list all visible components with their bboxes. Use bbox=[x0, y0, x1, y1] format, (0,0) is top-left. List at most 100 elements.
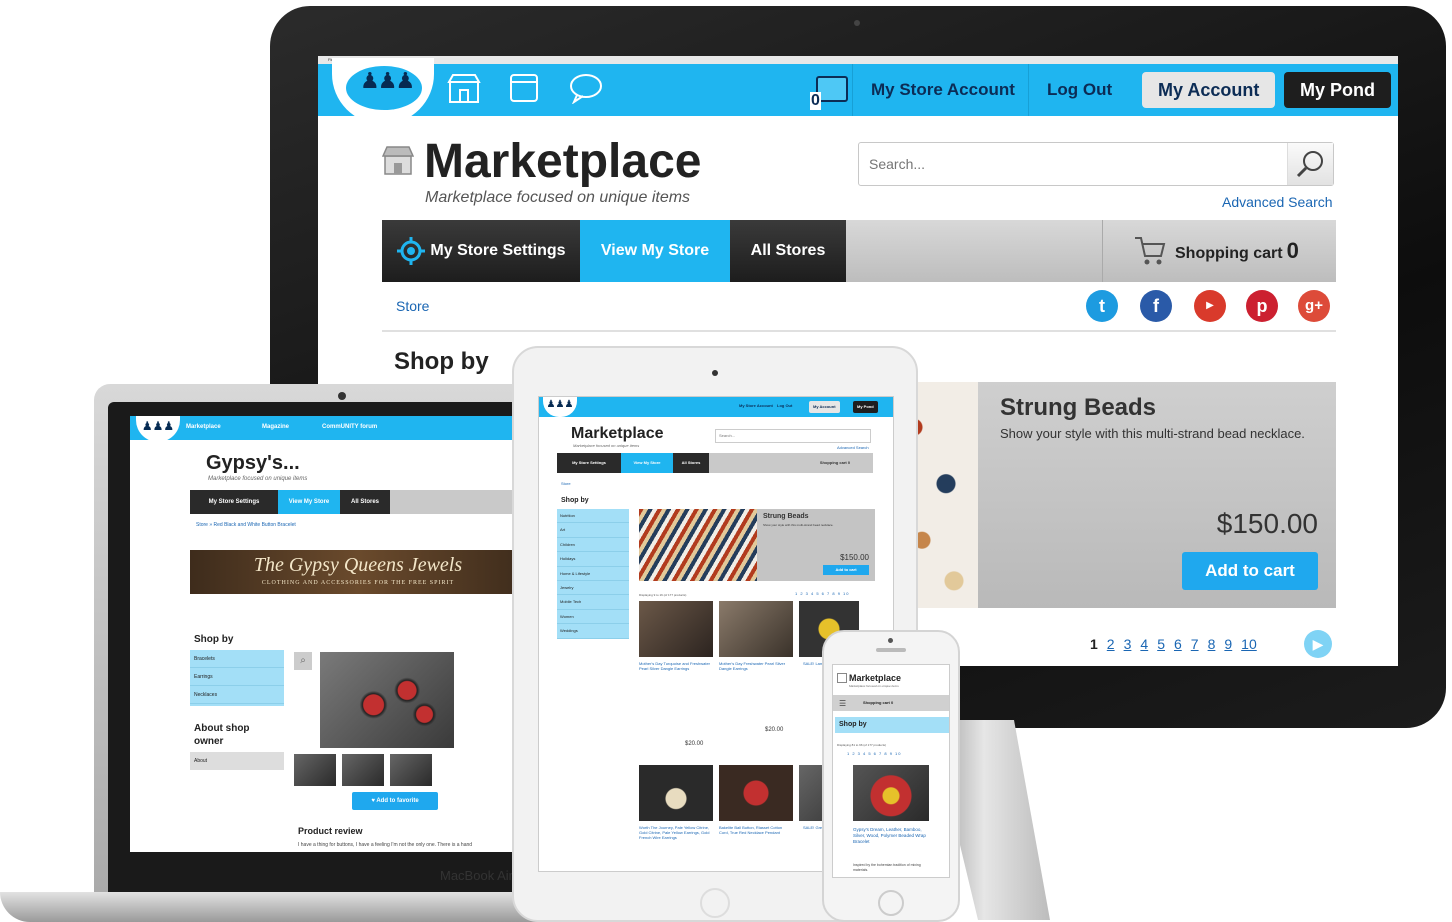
tablet-add-to-cart[interactable]: Add to cart bbox=[823, 565, 869, 575]
product-image[interactable] bbox=[719, 601, 793, 657]
list-item[interactable]: Earrings bbox=[190, 668, 284, 686]
view-my-store-tab[interactable]: View My Store bbox=[580, 220, 730, 282]
laptop-magazine-link[interactable]: Magazine bbox=[262, 424, 289, 430]
product-image[interactable] bbox=[719, 765, 793, 821]
top-cart-icon[interactable]: 0 bbox=[810, 72, 850, 110]
product-name[interactable]: Bakelite Ball Button, Riasset Cotton Cor… bbox=[719, 825, 793, 835]
list-item[interactable]: Holidays bbox=[557, 552, 629, 567]
all-stores-tab[interactable]: All Stores bbox=[730, 220, 846, 282]
product-name[interactable]: Mother's Day Turquoise and Freshwater Pe… bbox=[639, 661, 713, 671]
list-item[interactable]: Art bbox=[557, 523, 629, 538]
tablet-tab-all-stores[interactable]: All Stores bbox=[673, 453, 709, 473]
twitter-icon[interactable]: t bbox=[1086, 290, 1118, 322]
add-to-cart-button[interactable]: Add to cart bbox=[1182, 552, 1318, 590]
pinterest-icon[interactable]: p bbox=[1246, 290, 1278, 322]
search-input[interactable] bbox=[859, 143, 1279, 185]
tablet-tab-view-store[interactable]: View My Store bbox=[621, 453, 673, 473]
tablet-my-store-account[interactable]: My Store Account bbox=[739, 403, 773, 408]
breadcrumb[interactable]: Store bbox=[396, 298, 429, 314]
list-item[interactable]: Weddings bbox=[557, 624, 629, 639]
menu-icon[interactable]: ☰ bbox=[839, 699, 846, 708]
tablet-search-input[interactable]: Search... bbox=[715, 429, 871, 443]
store-icon[interactable] bbox=[446, 72, 482, 106]
product-thumbnail[interactable] bbox=[294, 754, 336, 786]
youtube-icon[interactable]: ▶ bbox=[1194, 290, 1226, 322]
facebook-icon[interactable]: f bbox=[1140, 290, 1172, 322]
about-link[interactable]: About bbox=[190, 752, 284, 770]
list-item[interactable]: Women bbox=[557, 610, 629, 625]
phone-product-image[interactable] bbox=[853, 765, 929, 821]
my-account-button[interactable]: My Account bbox=[1142, 72, 1276, 108]
product-thumbnail[interactable] bbox=[342, 754, 384, 786]
laptop-tab-settings[interactable]: My Store Settings bbox=[190, 490, 278, 514]
tablet-log-out[interactable]: Log Out bbox=[777, 403, 792, 408]
laptop-breadcrumb[interactable]: Store » Red Black and White Button Brace… bbox=[196, 522, 296, 528]
phone-cart[interactable]: Shopping cart 0 bbox=[863, 700, 893, 705]
tablet-home-button[interactable] bbox=[700, 888, 730, 918]
shopping-cart-link[interactable]: Shopping cart 0 bbox=[1102, 220, 1336, 282]
magazine-icon[interactable] bbox=[506, 72, 542, 106]
tablet-cart[interactable]: Shopping cart 0 bbox=[797, 453, 873, 473]
list-item[interactable]: Nutrition bbox=[557, 509, 629, 524]
phone-pagination[interactable]: 1 2 3 4 5 6 7 8 9 10 bbox=[847, 751, 901, 756]
laptop-marketplace-link[interactable]: Marketplace bbox=[186, 424, 221, 430]
page-link[interactable]: 6 bbox=[1174, 636, 1182, 652]
list-item[interactable]: Necklaces bbox=[190, 686, 284, 704]
page-link[interactable]: 9 bbox=[1224, 636, 1232, 652]
phone-shop-by[interactable]: Shop by bbox=[835, 717, 949, 733]
phone-product-name[interactable]: Gypsy's Dream, Leather, Bamboo, Silver, … bbox=[853, 827, 933, 845]
tablet-tab-settings[interactable]: My Store Settings bbox=[557, 453, 621, 473]
page-link[interactable]: 10 bbox=[1241, 636, 1257, 652]
site-logo[interactable]: ♟♟♟ bbox=[332, 58, 434, 124]
featured-product-panel: Strung Beads Show your style with this m… bbox=[978, 382, 1336, 608]
my-store-account-link[interactable]: My Store Account bbox=[852, 64, 1033, 116]
my-pond-button[interactable]: My Pond bbox=[1284, 72, 1391, 108]
my-store-settings-tab[interactable]: My Store Settings bbox=[382, 220, 580, 282]
product-name[interactable]: Mother's Day Freshwater Pearl Silver Dan… bbox=[719, 661, 793, 671]
phone-home-button[interactable] bbox=[878, 890, 904, 916]
page-link[interactable]: 2 bbox=[1107, 636, 1115, 652]
phone-screen: Marketplace Marketplace focused on uniqu… bbox=[832, 664, 950, 878]
laptop-camera bbox=[338, 392, 346, 400]
marketplace-store-icon bbox=[382, 146, 414, 175]
google-plus-icon[interactable]: g+ bbox=[1298, 290, 1330, 322]
featured-product-title[interactable]: Strung Beads bbox=[1000, 394, 1156, 422]
page-link[interactable]: 5 bbox=[1157, 636, 1165, 652]
tablet-my-account[interactable]: My Account bbox=[809, 401, 840, 413]
list-item[interactable]: Children bbox=[557, 538, 629, 553]
list-item[interactable]: Bracelets bbox=[190, 650, 284, 668]
laptop-forum-link[interactable]: CommUNITY forum bbox=[322, 424, 377, 430]
tablet-logo-icon[interactable]: ♟♟♟ bbox=[543, 397, 577, 417]
chat-icon[interactable] bbox=[568, 72, 604, 106]
page-link[interactable]: 4 bbox=[1140, 636, 1148, 652]
laptop-tab-view-store[interactable]: View My Store bbox=[278, 490, 340, 514]
product-main-image[interactable] bbox=[320, 652, 454, 748]
page-link[interactable]: 1 bbox=[1090, 636, 1098, 652]
list-item[interactable]: Jewelry bbox=[557, 581, 629, 596]
tablet-my-pond[interactable]: My Pond bbox=[853, 401, 878, 413]
product-name[interactable]: Worth The Journey, Pale Yellow Citrine, … bbox=[639, 825, 713, 840]
product-image[interactable] bbox=[639, 765, 713, 821]
search-button[interactable] bbox=[1287, 143, 1333, 185]
next-page-icon[interactable]: ▶ bbox=[1304, 630, 1332, 658]
log-out-link[interactable]: Log Out bbox=[1028, 64, 1130, 116]
tablet-featured-image[interactable] bbox=[639, 509, 757, 581]
phone-title: Marketplace bbox=[849, 673, 902, 683]
page-link[interactable]: 7 bbox=[1191, 636, 1199, 652]
list-item[interactable]: Mobile Tech bbox=[557, 595, 629, 610]
page-link[interactable]: 8 bbox=[1208, 636, 1216, 652]
tablet-breadcrumb[interactable]: Store bbox=[561, 481, 571, 486]
list-item[interactable]: Home & Lifestyle bbox=[557, 567, 629, 581]
product-thumbnail[interactable] bbox=[390, 754, 432, 786]
search-icon bbox=[1296, 151, 1323, 178]
tablet-pagination[interactable]: 1 2 3 4 5 6 7 8 9 10 bbox=[795, 591, 849, 596]
page-link[interactable]: 3 bbox=[1124, 636, 1132, 652]
advanced-search-link[interactable]: Advanced Search bbox=[1222, 194, 1333, 210]
product-image[interactable] bbox=[639, 601, 713, 657]
add-to-favorite-button[interactable]: ♥ Add to favorite bbox=[352, 792, 438, 810]
laptop-logo-icon[interactable]: ♟♟♟ bbox=[136, 416, 180, 442]
zoom-icon[interactable]: ⌕ bbox=[294, 652, 312, 670]
laptop-tab-all-stores[interactable]: All Stores bbox=[340, 490, 390, 514]
tablet-featured-title[interactable]: Strung Beads bbox=[763, 513, 809, 520]
tablet-advanced-search[interactable]: Advanced Search bbox=[837, 445, 869, 450]
